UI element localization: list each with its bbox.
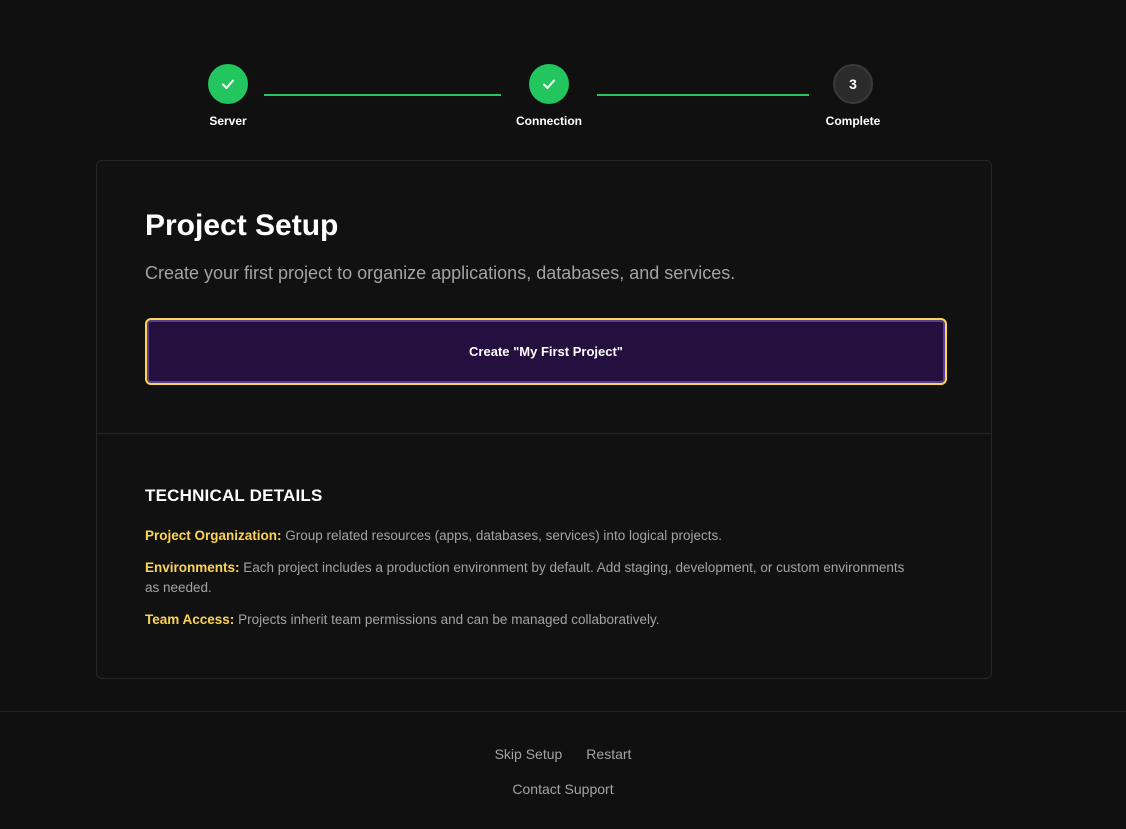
setup-stepper: Server Connection 3 Complete [0, 64, 1126, 134]
step-connector-2 [597, 94, 809, 96]
step-complete: 3 Complete [793, 64, 913, 128]
detail-key: Team Access: [145, 612, 235, 627]
footer-support: Contact Support [0, 781, 1126, 797]
technical-details-section: TECHNICAL DETAILS Project Organization: … [97, 434, 991, 630]
check-icon [208, 64, 248, 104]
detail-text: Each project includes a production envir… [145, 560, 905, 595]
details-heading: TECHNICAL DETAILS [145, 486, 323, 505]
detail-item: Environments: Each project includes a pr… [145, 558, 905, 598]
skip-setup-link[interactable]: Skip Setup [495, 746, 563, 762]
create-project-button[interactable]: Create "My First Project" [145, 318, 947, 385]
contact-support-link[interactable]: Contact Support [512, 781, 613, 797]
step-connection: Connection [489, 64, 609, 128]
restart-link[interactable]: Restart [586, 746, 631, 762]
footer-actions: Skip Setup Restart [0, 746, 1126, 762]
detail-key: Environments: [145, 560, 240, 575]
step-server: Server [168, 64, 288, 128]
detail-text: Projects inherit team permissions and ca… [234, 612, 660, 627]
detail-key: Project Organization: [145, 528, 282, 543]
detail-text: Group related resources (apps, databases… [281, 528, 722, 543]
step-number: 3 [833, 64, 873, 104]
footer: Skip Setup Restart Contact Support [0, 711, 1126, 829]
card-header-section: Project Setup Create your first project … [97, 161, 991, 434]
page-subtitle: Create your first project to organize ap… [145, 263, 736, 283]
detail-item: Project Organization: Group related reso… [145, 526, 905, 546]
step-connector-1 [264, 94, 501, 96]
project-setup-card: Project Setup Create your first project … [96, 160, 992, 679]
page-title: Project Setup [145, 209, 339, 242]
step-label: Complete [825, 114, 881, 128]
detail-item: Team Access: Projects inherit team permi… [145, 610, 905, 630]
step-label: Connection [516, 114, 582, 128]
step-label: Server [209, 114, 247, 128]
check-icon [529, 64, 569, 104]
